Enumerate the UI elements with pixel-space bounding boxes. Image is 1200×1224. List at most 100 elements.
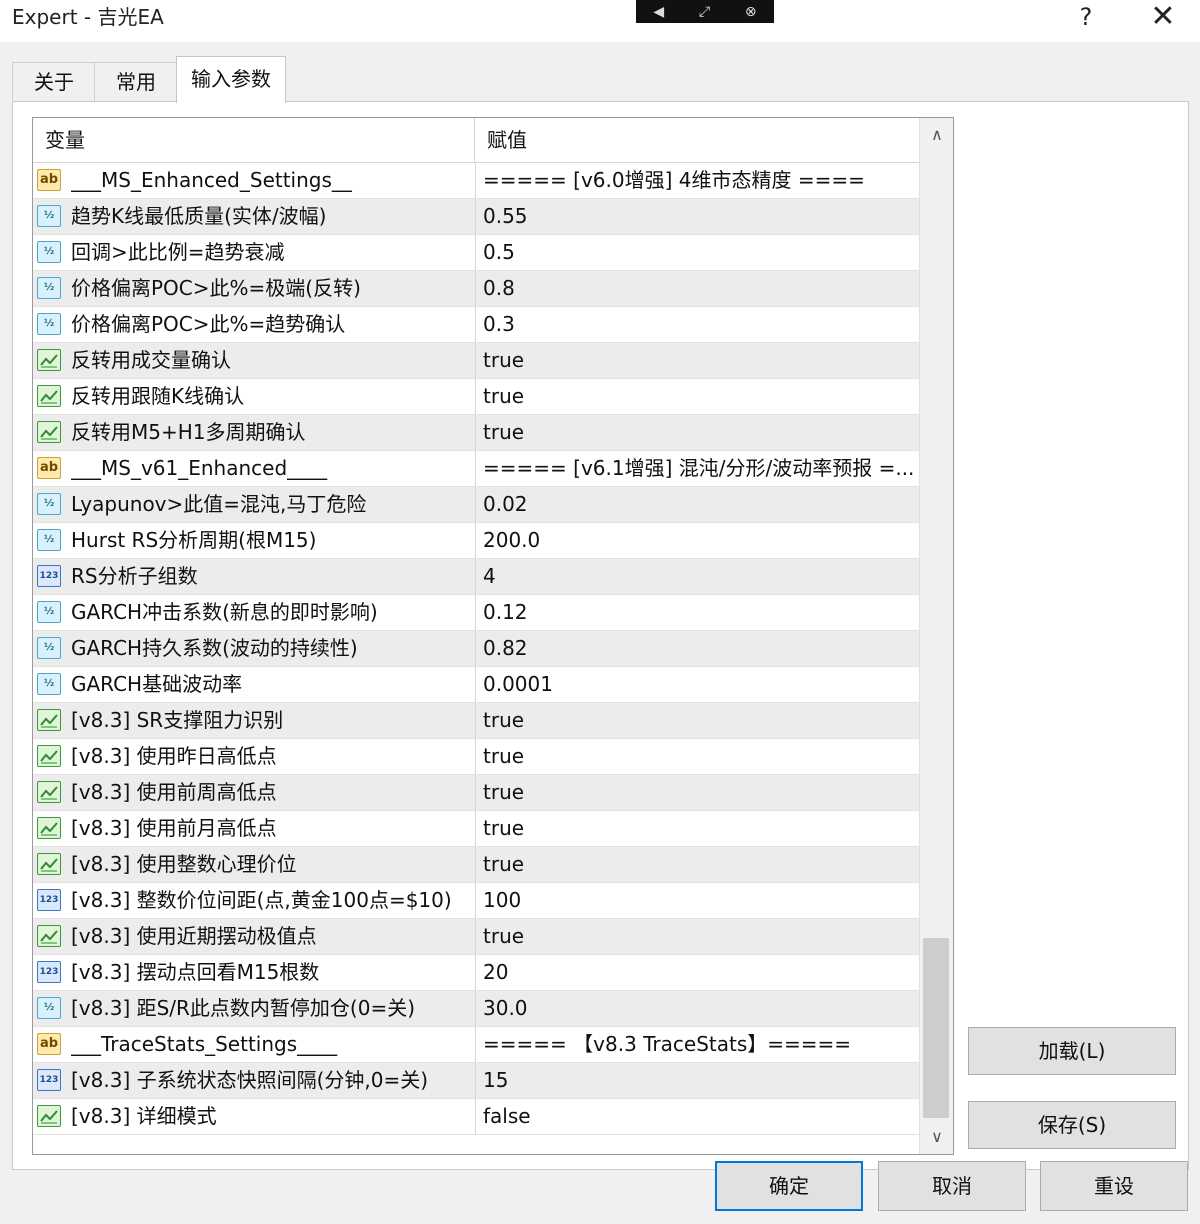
parameter-value[interactable]: 15 (483, 1063, 915, 1098)
parameter-value[interactable]: 4 (483, 559, 915, 594)
table-row[interactable]: 反转用M5+H1多周期确认 true (33, 415, 919, 451)
table-row[interactable]: [v8.3] 使用昨日高低点 true (33, 739, 919, 775)
table-row[interactable]: ½ Hurst RS分析周期(根M15) 200.0 (33, 523, 919, 559)
table-row[interactable]: ½ 回调>此比例=趋势衰减 0.5 (33, 235, 919, 271)
table-row[interactable]: [v8.3] 使用近期摆动极值点 true (33, 919, 919, 955)
table-row[interactable]: [v8.3] SR支撑阻力识别 true (33, 703, 919, 739)
integer-type-icon: 123 (37, 1069, 61, 1091)
table-row[interactable]: ½ 趋势K线最低质量(实体/波幅) 0.55 (33, 199, 919, 235)
resize-icon[interactable]: ⤢ (699, 4, 710, 20)
parameter-value[interactable]: true (483, 919, 915, 954)
parameter-value[interactable]: 20 (483, 955, 915, 990)
variable-name: [v8.3] 距S/R此点数内暂停加仓(0=关) (71, 996, 416, 1020)
double-type-icon: ½ (37, 313, 61, 335)
integer-type-icon: 123 (37, 961, 61, 983)
boolean-type-icon (37, 1105, 61, 1127)
column-divider (475, 415, 476, 450)
scroll-down-icon[interactable]: ∨ (920, 1120, 953, 1154)
parameter-value[interactable]: 0.3 (483, 307, 915, 342)
table-row[interactable]: 123 [v8.3] 整数价位间距(点,黄金100点=$10) 100 (33, 883, 919, 919)
variable-name: 反转用成交量确认 (71, 348, 231, 372)
column-header-value[interactable]: 赋值 (475, 118, 919, 162)
reset-button[interactable]: 重设 (1040, 1161, 1188, 1211)
table-row[interactable]: ½ 价格偏离POC>此%=趋势确认 0.3 (33, 307, 919, 343)
tab-about[interactable]: 关于 (12, 62, 96, 101)
table-row[interactable]: ½ Lyapunov>此值=混沌,马丁危险 0.02 (33, 487, 919, 523)
parameter-value[interactable]: true (483, 379, 915, 414)
parameter-value[interactable]: 30.0 (483, 991, 915, 1026)
table-row[interactable]: 123 RS分析子组数 4 (33, 559, 919, 595)
parameter-value[interactable]: ===== [v6.1增强] 混沌/分形/波动率预报 =... (483, 451, 915, 486)
parameter-value[interactable]: 0.0001 (483, 667, 915, 702)
table-row[interactable]: [v8.3] 使用整数心理价位 true (33, 847, 919, 883)
variable-name: GARCH冲击系数(新息的即时影响) (71, 600, 378, 624)
table-row[interactable]: 反转用跟随K线确认 true (33, 379, 919, 415)
ok-button[interactable]: 确定 (715, 1161, 863, 1211)
parameter-value[interactable]: ===== 【v8.3 TraceStats】===== (483, 1027, 915, 1062)
table-row[interactable]: ½ GARCH冲击系数(新息的即时影响) 0.12 (33, 595, 919, 631)
parameter-value[interactable]: 0.5 (483, 235, 915, 270)
table-row[interactable]: ab ___TraceStats_Settings____ ===== 【v8.3 … (33, 1027, 919, 1063)
scroll-up-icon[interactable]: ∧ (920, 118, 953, 152)
tab-inputs[interactable]: 输入参数 (176, 56, 286, 103)
table-row[interactable]: ½ GARCH持久系数(波动的持续性) 0.82 (33, 631, 919, 667)
help-button[interactable]: ? (1066, 2, 1106, 34)
back-icon[interactable]: ◀ (653, 4, 664, 20)
table-row[interactable]: ½ 价格偏离POC>此%=极端(反转) 0.8 (33, 271, 919, 307)
table-row[interactable]: 反转用成交量确认 true (33, 343, 919, 379)
boolean-type-icon (37, 745, 61, 767)
parameter-value[interactable]: 0.82 (483, 631, 915, 666)
parameter-value[interactable]: true (483, 775, 915, 810)
table-row[interactable]: ½ GARCH基础波动率 0.0001 (33, 667, 919, 703)
parameter-value[interactable]: 0.02 (483, 487, 915, 522)
tab-common[interactable]: 常用 (94, 62, 178, 101)
table-row[interactable]: 123 [v8.3] 子系统状态快照间隔(分钟,0=关) 15 (33, 1063, 919, 1099)
parameter-value[interactable]: 0.8 (483, 271, 915, 306)
double-type-icon: ½ (37, 241, 61, 263)
parameter-value[interactable]: true (483, 415, 915, 450)
boolean-type-icon (37, 709, 61, 731)
table-row[interactable]: ab ___MS_Enhanced_Settings__ ===== [v6.0增强… (33, 163, 919, 199)
column-divider (475, 307, 476, 342)
grid-header: 变量 赋值 (33, 118, 919, 163)
parameter-value[interactable]: 100 (483, 883, 915, 918)
parameter-value[interactable]: 0.55 (483, 199, 915, 234)
variable-name: 反转用跟随K线确认 (71, 384, 245, 408)
table-row[interactable]: ½ [v8.3] 距S/R此点数内暂停加仓(0=关) 30.0 (33, 991, 919, 1027)
parameter-value[interactable]: false (483, 1099, 915, 1134)
variable-name: [v8.3] 使用昨日高低点 (71, 744, 277, 768)
column-divider (475, 811, 476, 846)
column-divider (475, 883, 476, 918)
close-circle-icon[interactable]: ⊗ (745, 4, 757, 20)
column-divider (475, 667, 476, 702)
save-button[interactable]: 保存(S) (968, 1101, 1176, 1149)
double-type-icon: ½ (37, 277, 61, 299)
cancel-button[interactable]: 取消 (878, 1161, 1026, 1211)
parameter-value[interactable]: ===== [v6.0增强] 4维市态精度 ==== (483, 163, 915, 198)
close-button[interactable]: ✕ (1143, 2, 1183, 34)
parameter-value[interactable]: 0.12 (483, 595, 915, 630)
table-row[interactable]: [v8.3] 使用前周高低点 true (33, 775, 919, 811)
table-row[interactable]: [v8.3] 详细模式 false (33, 1099, 919, 1135)
scrollbar-thumb[interactable] (923, 938, 949, 1118)
parameter-value[interactable]: true (483, 739, 915, 774)
table-row[interactable]: ab ___MS_v61_Enhanced____ ===== [v6.1增强] 混… (33, 451, 919, 487)
boolean-type-icon (37, 349, 61, 371)
parameter-value[interactable]: true (483, 703, 915, 738)
parameter-value[interactable]: 200.0 (483, 523, 915, 558)
variable-name: 价格偏离POC>此%=极端(反转) (71, 276, 361, 300)
column-header-variable[interactable]: 变量 (33, 118, 475, 162)
parameter-value[interactable]: true (483, 811, 915, 846)
table-row[interactable]: [v8.3] 使用前月高低点 true (33, 811, 919, 847)
parameter-value[interactable]: true (483, 343, 915, 378)
vertical-scrollbar[interactable]: ∧ ∨ (919, 118, 953, 1154)
column-divider (475, 703, 476, 738)
boolean-type-icon (37, 925, 61, 947)
load-button[interactable]: 加载(L) (968, 1027, 1176, 1075)
table-row[interactable]: 123 [v8.3] 摆动点回看M15根数 20 (33, 955, 919, 991)
column-divider (475, 775, 476, 810)
column-divider (475, 163, 476, 198)
variable-name: ___MS_Enhanced_Settings__ (71, 168, 352, 192)
parameter-value[interactable]: true (483, 847, 915, 882)
column-divider (475, 739, 476, 774)
